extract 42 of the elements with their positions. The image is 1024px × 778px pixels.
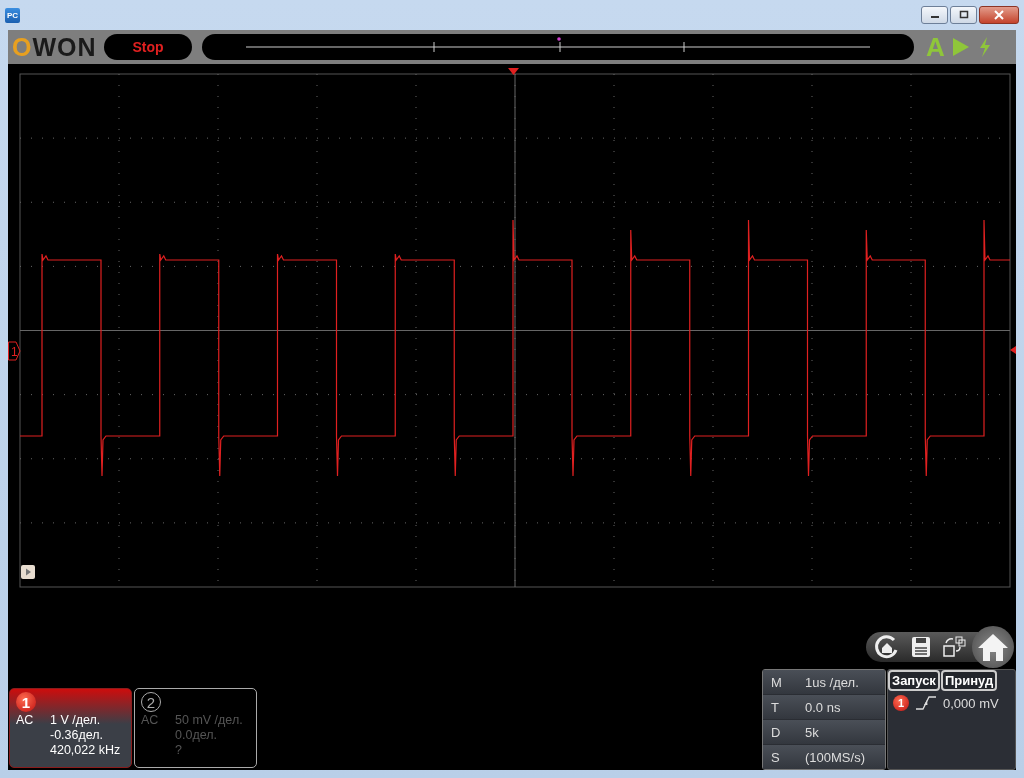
close-button[interactable] [979, 6, 1019, 24]
channel-card[interactable]: 2 AC 50 mV /дел. 0.0дел. ? [134, 688, 257, 768]
maximize-button[interactable] [950, 6, 977, 24]
trigger-position-marker[interactable] [508, 68, 519, 75]
app-icon: PC [5, 7, 21, 23]
channel-card[interactable]: 1 AC 1 V /дел. -0.36дел. 420,022 kHz [9, 688, 132, 768]
trigger-channel-badge: 1 [893, 695, 909, 711]
parameter-value: 1us /дел. [805, 674, 859, 690]
home-button[interactable] [972, 626, 1014, 668]
save-icon[interactable] [910, 635, 932, 659]
coupling-label: AC [141, 713, 160, 728]
parameter-value: (100MS/s) [805, 749, 865, 765]
timeline-bar[interactable] [202, 34, 914, 60]
offset-value: -0.36дел. [50, 728, 105, 743]
home-icon [976, 632, 1010, 662]
rising-edge-icon [915, 695, 937, 711]
logo: OWON [12, 32, 98, 62]
refresh-home-icon[interactable] [874, 634, 900, 660]
trigger-tab[interactable]: Принуд [940, 670, 998, 691]
frequency-value: ? [175, 743, 183, 758]
play-icon[interactable] [21, 565, 35, 579]
minimize-button[interactable] [921, 6, 948, 24]
volts-per-division: 50 mV /дел. [175, 713, 244, 728]
run-stop-button[interactable]: Stop [104, 34, 192, 60]
trigger-level: 0,000 mV [943, 695, 999, 711]
parameter-key: S [771, 749, 805, 765]
coupling-label: AC [16, 713, 35, 728]
parameter-value: 5k [805, 724, 819, 740]
parameter-key: M [771, 674, 805, 690]
trigger-tab[interactable]: Запуск [888, 670, 940, 691]
offset-value: 0.0дел. [175, 728, 218, 743]
channel-number: 1 [16, 692, 36, 712]
channel-marker[interactable]: 1 [8, 341, 21, 361]
maximize-icon [958, 10, 969, 20]
volts-per-division: 1 V /дел. [50, 713, 102, 728]
trigger-level-marker[interactable] [1010, 346, 1016, 354]
close-icon [994, 10, 1004, 20]
parameter-key: D [771, 724, 805, 740]
frequency-value: 420,022 kHz [50, 743, 122, 758]
swap-windows-icon[interactable] [942, 635, 966, 659]
parameter-value: 0.0 ns [805, 699, 841, 715]
parameter-key: T [771, 699, 805, 715]
